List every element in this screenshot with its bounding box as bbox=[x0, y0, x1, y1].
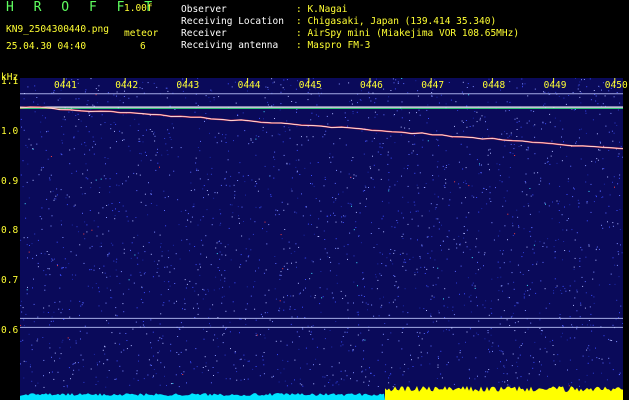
y-tick-label: 0.7 bbox=[1, 275, 19, 287]
observer-value: : K.Nagai bbox=[296, 4, 348, 15]
x-tick-label: 0448 bbox=[482, 80, 506, 91]
x-tick-label: 0449 bbox=[543, 80, 567, 91]
location-value: : Chigasaki, Japan (139.414 35.340) bbox=[296, 16, 497, 27]
filename-label: KN9_2504300440.png bbox=[6, 24, 109, 35]
y-tick-label: 1.1 bbox=[1, 76, 19, 88]
hroft-screen: H R O F F T 1.00f KN9_2504300440.png met… bbox=[0, 0, 629, 400]
spectrogram-svg bbox=[20, 78, 623, 400]
location-label: Receiving Location bbox=[181, 16, 284, 27]
doppler-trace-highlight bbox=[20, 106, 623, 150]
x-tick-label: 0450 bbox=[604, 80, 628, 91]
y-tick-label: 0.8 bbox=[1, 225, 19, 237]
noise-layer bbox=[20, 78, 623, 389]
x-tick-label: 0447 bbox=[421, 80, 445, 91]
receiver-value: : AirSpy mini (Miakejima VOR 108.65MHz) bbox=[296, 28, 520, 39]
antenna-value: : Maspro FM-3 bbox=[296, 40, 371, 51]
y-tick-label: 0.9 bbox=[1, 175, 19, 187]
x-tick-label: 0443 bbox=[176, 80, 200, 91]
x-tick-label: 0446 bbox=[360, 80, 383, 91]
spectrogram-plot bbox=[20, 78, 623, 400]
x-tick-label: 0444 bbox=[237, 80, 261, 91]
datetime-label: 25.04.30 04:40 bbox=[6, 41, 87, 52]
x-tick-label: 0441 bbox=[54, 80, 77, 91]
x-tick-label: 0445 bbox=[298, 80, 322, 91]
observer-label: Observer bbox=[181, 4, 227, 15]
y-tick-label: 1.0 bbox=[1, 126, 19, 137]
antenna-label: Receiving antenna bbox=[181, 40, 279, 51]
signal-level-bar-yellow bbox=[385, 386, 623, 400]
x-tick-label: 0442 bbox=[115, 80, 139, 91]
y-tick-label: 0.6 bbox=[1, 324, 19, 336]
mode-value: 6 bbox=[140, 41, 146, 52]
version-label: 1.00f bbox=[124, 3, 153, 14]
receiver-label: Receiver bbox=[181, 28, 227, 39]
signal-level-bar-cyan bbox=[20, 393, 385, 400]
mode-label: meteor bbox=[124, 28, 159, 39]
